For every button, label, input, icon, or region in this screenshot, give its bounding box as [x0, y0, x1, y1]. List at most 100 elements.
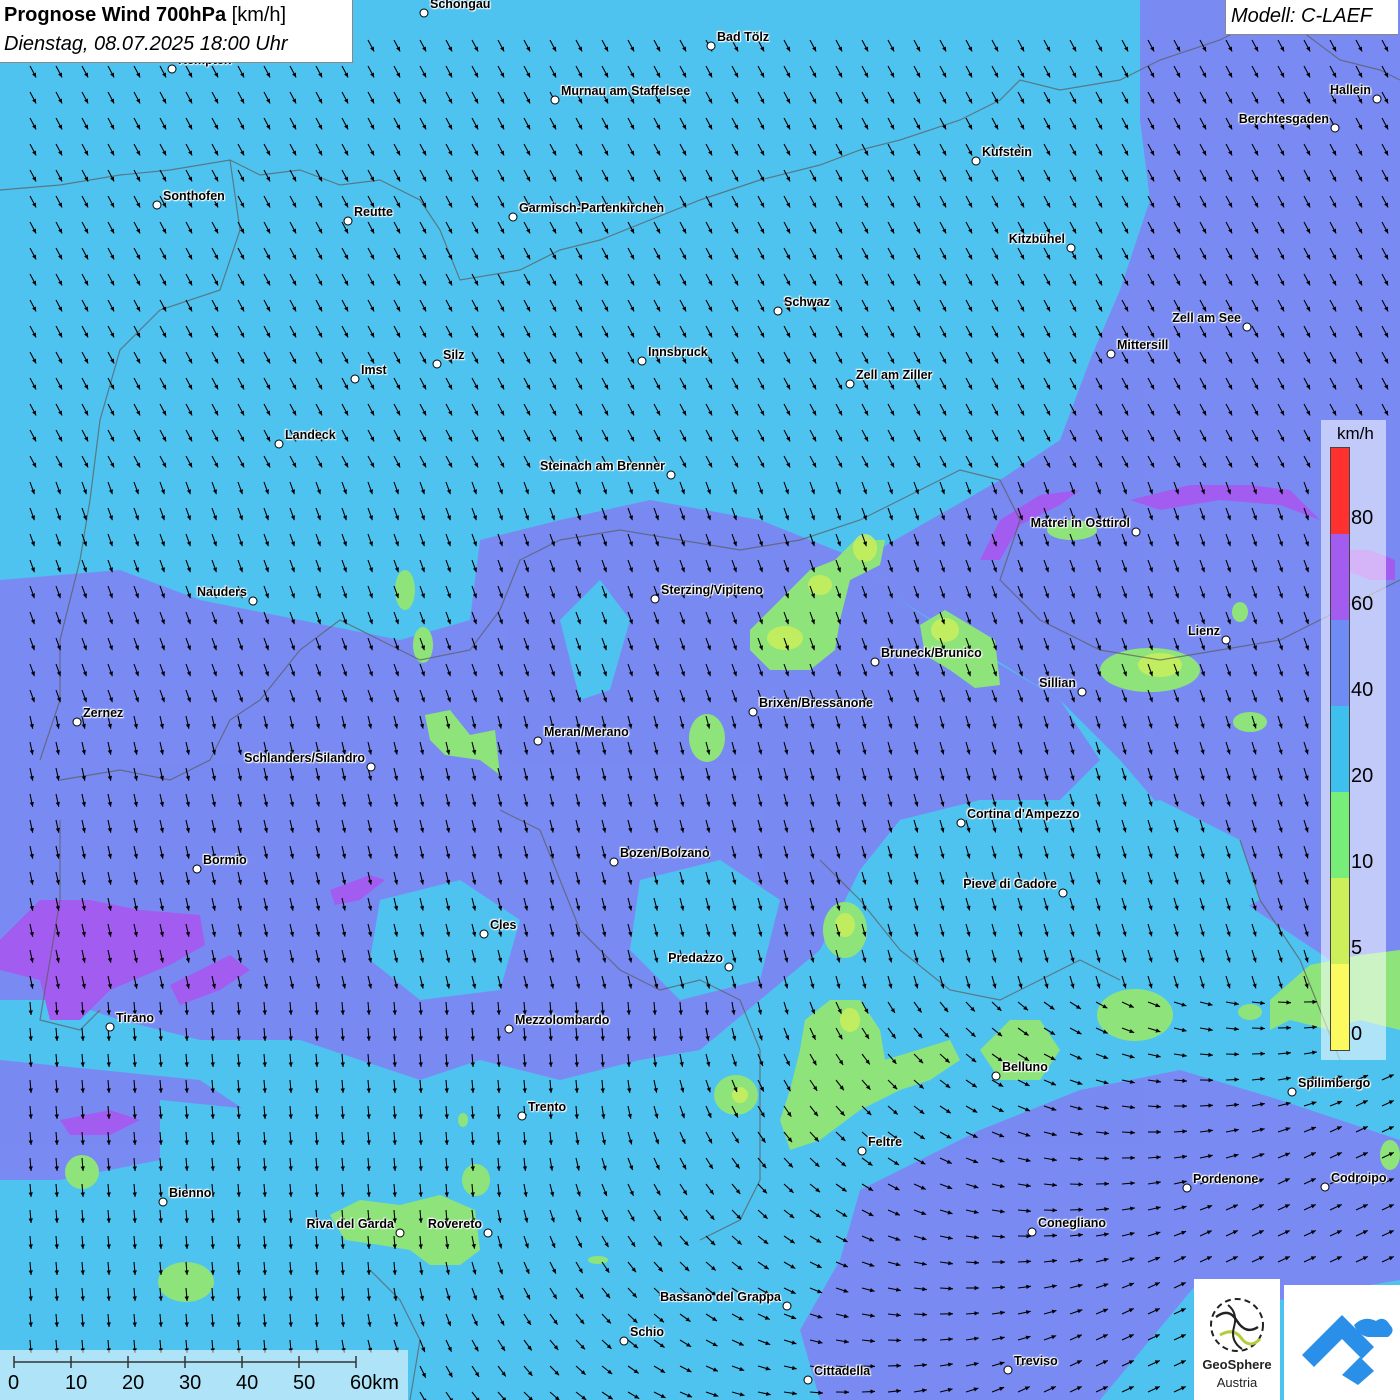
wind-arrow [1355, 1152, 1369, 1159]
wind-arrow [185, 793, 190, 807]
wind-arrow [887, 351, 895, 364]
wind-arrow [523, 429, 531, 442]
city-marker-riva-del-garda [395, 1228, 405, 1238]
wind-arrow [913, 91, 921, 104]
wind-arrow [1199, 975, 1205, 989]
wind-arrow [315, 533, 321, 547]
wind-arrow [575, 1391, 587, 1400]
wind-arrow [185, 819, 190, 833]
wind-arrow [653, 273, 661, 286]
wind-arrow [263, 351, 271, 364]
wind-arrow [1329, 143, 1337, 156]
wind-arrow [1069, 897, 1075, 911]
city-label-berchtesgaden: Berchtesgaden [1238, 112, 1329, 126]
wind-arrow [1303, 923, 1309, 937]
scale-label: 40 [236, 1372, 259, 1394]
wind-arrow [731, 1261, 743, 1271]
wind-arrow [1225, 1077, 1240, 1082]
wind-arrow [653, 1391, 666, 1399]
wind-arrow [445, 403, 453, 416]
wind-arrow [757, 1183, 768, 1194]
wind-arrow [81, 455, 89, 468]
wind-arrow [549, 663, 555, 677]
wind-arrow [1017, 1079, 1030, 1087]
wind-arrow [80, 1131, 85, 1146]
wind-arrow [575, 299, 583, 312]
wind-arrow [81, 637, 87, 651]
city-marker-lienz [1221, 635, 1231, 645]
wind-arrow [1277, 663, 1283, 677]
wind-arrow [1277, 585, 1283, 599]
wind-arrow [341, 65, 349, 78]
wind-arrow [1303, 559, 1309, 573]
city-label-landeck: Landeck [285, 428, 336, 442]
wind-arrow [445, 91, 453, 104]
wind-arrow [1251, 221, 1259, 234]
wind-arrow [757, 273, 765, 286]
wind-arrow [809, 1183, 821, 1193]
wind-arrow [418, 1235, 423, 1250]
wind-arrow [575, 611, 581, 625]
wind-arrow [1277, 351, 1285, 364]
wind-arrow [445, 637, 451, 651]
wind-arrow [887, 1105, 899, 1115]
wind-arrow [861, 117, 869, 130]
wind-arrow [1381, 1230, 1395, 1237]
wind-arrow [1277, 715, 1283, 729]
wind-arrow [1173, 1282, 1187, 1289]
wind-arrow [289, 351, 297, 364]
wind-arrow [1147, 117, 1155, 130]
wind-arrow [471, 819, 477, 833]
wind-arrow [835, 117, 843, 130]
wind-arrow [809, 351, 817, 364]
wind-arrow [1121, 559, 1127, 573]
wind-arrow [1095, 533, 1101, 547]
wind-arrow [159, 689, 165, 703]
wind-arrow [523, 1365, 533, 1377]
wind-arrow [289, 143, 297, 156]
wind-arrow [106, 1105, 111, 1120]
wind-arrow [1277, 429, 1285, 442]
wind-arrow [1225, 429, 1233, 442]
wind-arrow [54, 1209, 59, 1224]
wind-arrow [471, 689, 477, 703]
wind-arrow [107, 663, 113, 677]
wind-arrow [1147, 39, 1155, 52]
wind-arrow [913, 1388, 927, 1393]
wind-arrow [835, 949, 841, 963]
wind-arrow [1121, 169, 1129, 182]
wind-arrow [55, 169, 63, 182]
city-marker-trento [517, 1111, 527, 1121]
wind-arrow [29, 273, 37, 286]
wind-arrow [159, 637, 165, 651]
wind-arrow [965, 1260, 980, 1265]
wind-arrow [393, 195, 401, 208]
wind-arrow [237, 663, 243, 677]
wind-arrow [522, 1157, 528, 1171]
wind-arrow [1173, 845, 1179, 859]
wind-arrow [549, 1287, 558, 1300]
wind-arrow [1069, 195, 1077, 208]
wind-arrow [1095, 91, 1103, 104]
wind-arrow [627, 689, 633, 703]
wind-arrow [757, 143, 765, 156]
wind-arrow [965, 1336, 979, 1341]
wind-arrow [1225, 975, 1231, 989]
wind-arrow [1043, 1105, 1057, 1111]
wind-arrow [991, 403, 999, 416]
wind-arrow [783, 819, 789, 833]
wind-arrow [601, 819, 607, 833]
wind-arrow [1147, 975, 1153, 989]
wind-arrow [731, 1313, 744, 1321]
wind-arrow [523, 351, 531, 364]
wind-arrow [887, 117, 895, 130]
wind-arrow [1121, 1386, 1135, 1393]
wind-arrow [445, 299, 453, 312]
wind-arrow [419, 663, 425, 677]
wind-arrow [107, 299, 115, 312]
wind-arrow [133, 819, 138, 833]
wind-arrow [1017, 403, 1025, 416]
wind-arrow [133, 975, 138, 989]
wind-arrow [1121, 533, 1127, 547]
wind-arrow [757, 65, 765, 78]
